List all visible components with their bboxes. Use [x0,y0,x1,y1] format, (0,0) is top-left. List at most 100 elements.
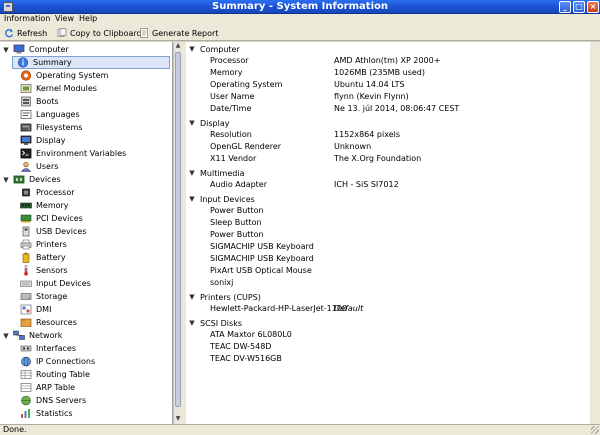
tree-item-languages[interactable]: Languages [20,108,80,121]
tree-item-interfaces[interactable]: Interfaces [20,342,76,355]
tree-item-dmi[interactable]: DMI [20,303,51,316]
scrollbar-thumb[interactable] [175,52,181,407]
statistics-icon [20,408,32,419]
detail-key: PixArt USB Optical Mouse [210,266,312,275]
section-input-devices[interactable]: ▼ Input Devices [188,193,255,205]
details-scroll-gutter [590,42,600,424]
menu-view[interactable]: View [55,14,74,23]
memory-icon [20,200,32,211]
os-icon [20,70,32,81]
ip-connections-icon [20,356,32,367]
tree-item-sensors[interactable]: Sensors [20,264,68,277]
collapse-icon[interactable]: ▼ [2,332,10,340]
tree-item-statistics[interactable]: Statistics [20,407,73,420]
detail-key: Date/Time [210,104,252,113]
collapse-icon[interactable]: ▼ [188,45,196,53]
usb-icon [20,226,32,237]
boots-icon [20,96,32,107]
collapse-icon[interactable]: ▼ [188,319,196,327]
tree-item-resources[interactable]: Resources [20,316,77,329]
generate-report-button[interactable]: Generate Report [139,27,218,39]
users-icon [20,161,32,172]
arp-table-icon [20,382,32,393]
tree-item-usb-devices[interactable]: USB Devices [20,225,87,238]
section-computer[interactable]: ▼ Computer [188,43,239,55]
display-icon [20,135,32,146]
routing-table-icon [20,369,32,380]
detail-key: Sleep Button [210,218,262,227]
section-printers[interactable]: ▼ Printers (CUPS) [188,291,261,303]
window-title: Summary - System Information [212,1,388,12]
computer-icon [13,44,25,55]
close-button[interactable]: × [587,1,599,13]
tree-item-display[interactable]: Display [20,134,66,147]
collapse-icon[interactable]: ▼ [188,119,196,127]
collapse-icon[interactable]: ▼ [188,195,196,203]
tree-item-input-devices[interactable]: Input Devices [20,277,91,290]
info-icon [17,57,29,68]
tree-item-arp-table[interactable]: ARP Table [20,381,75,394]
copy-to-clipboard-button[interactable]: Copy to Clipboard [57,27,142,39]
detail-key: Power Button [210,206,264,215]
section-scsi-disks[interactable]: ▼ SCSI Disks [188,317,242,329]
network-icon [13,330,25,341]
refresh-label: Refresh [17,28,48,38]
collapse-icon[interactable]: ▼ [2,176,10,184]
report-icon [139,28,149,38]
detail-key: X11 Vendor [210,154,257,163]
scroll-down-icon[interactable]: ▼ [174,415,182,424]
detail-value: The X.Org Foundation [334,154,422,163]
detail-key: Power Button [210,230,264,239]
maximize-button[interactable]: □ [573,1,585,13]
input-devices-icon [20,278,32,289]
tree-item-routing-table[interactable]: Routing Table [20,368,90,381]
section-display[interactable]: ▼ Display [188,117,229,129]
menu-information[interactable]: Information [4,14,50,23]
detail-key: SIGMACHIP USB Keyboard [210,254,314,263]
detail-key: Hewlett-Packard-HP-LaserJet-1100 [210,304,348,313]
tree-item-printers[interactable]: Printers [20,238,67,251]
resources-icon [20,317,32,328]
collapse-icon[interactable]: ▼ [188,169,196,177]
dns-servers-icon [20,395,32,406]
tree-item-kernel-modules[interactable]: Kernel Modules [20,82,97,95]
section-multimedia[interactable]: ▼ Multimedia [188,167,244,179]
tree-item-computer[interactable]: ▼ Computer [2,43,69,56]
tree-item-memory[interactable]: Memory [20,199,69,212]
devices-icon [13,174,25,185]
detail-value: 1026MB (235MB used) [334,68,425,77]
detail-key: sonixj [210,278,234,287]
category-tree[interactable]: ▼ Computer Summary Operating System Kern… [0,42,173,424]
tree-item-pci-devices[interactable]: PCI Devices [20,212,83,225]
tree-item-dns-servers[interactable]: DNS Servers [20,394,86,407]
title-bar[interactable]: Summary - System Information _ □ × [0,0,600,14]
tree-item-devices[interactable]: ▼ Devices [2,173,60,186]
collapse-icon[interactable]: ▼ [2,46,10,54]
tree-item-filesystems[interactable]: Filesystems [20,121,82,134]
tree-item-storage[interactable]: Storage [20,290,67,303]
tree-item-users[interactable]: Users [20,160,58,173]
tree-item-network[interactable]: ▼ Network [2,329,62,342]
detail-key: ATA Maxtor 6L080L0 [210,330,292,339]
tree-item-ip-connections[interactable]: IP Connections [20,355,95,368]
collapse-icon[interactable]: ▼ [188,293,196,301]
dmi-icon [20,304,32,315]
tree-item-operating-system[interactable]: Operating System [20,69,108,82]
copy-label: Copy to Clipboard [70,28,142,38]
menu-help[interactable]: Help [79,14,97,23]
minimize-button[interactable]: _ [559,1,571,13]
tree-item-boots[interactable]: Boots [20,95,59,108]
refresh-icon [4,28,14,38]
tree-scrollbar[interactable]: ▲ ▼ [173,42,182,424]
pci-devices-icon [20,213,32,224]
tree-item-processor[interactable]: Processor [20,186,75,199]
tree-item-summary[interactable]: Summary [12,56,170,69]
storage-icon [20,291,32,302]
detail-value: 1152x864 pixels [334,130,401,139]
tree-item-battery[interactable]: Battery [20,251,66,264]
tree-item-environment-variables[interactable]: Environment Variables [20,147,126,160]
status-bar: Done. [0,424,600,435]
resize-grip-icon[interactable] [591,426,599,434]
refresh-button[interactable]: Refresh [4,27,47,39]
scroll-up-icon[interactable]: ▲ [174,42,182,51]
